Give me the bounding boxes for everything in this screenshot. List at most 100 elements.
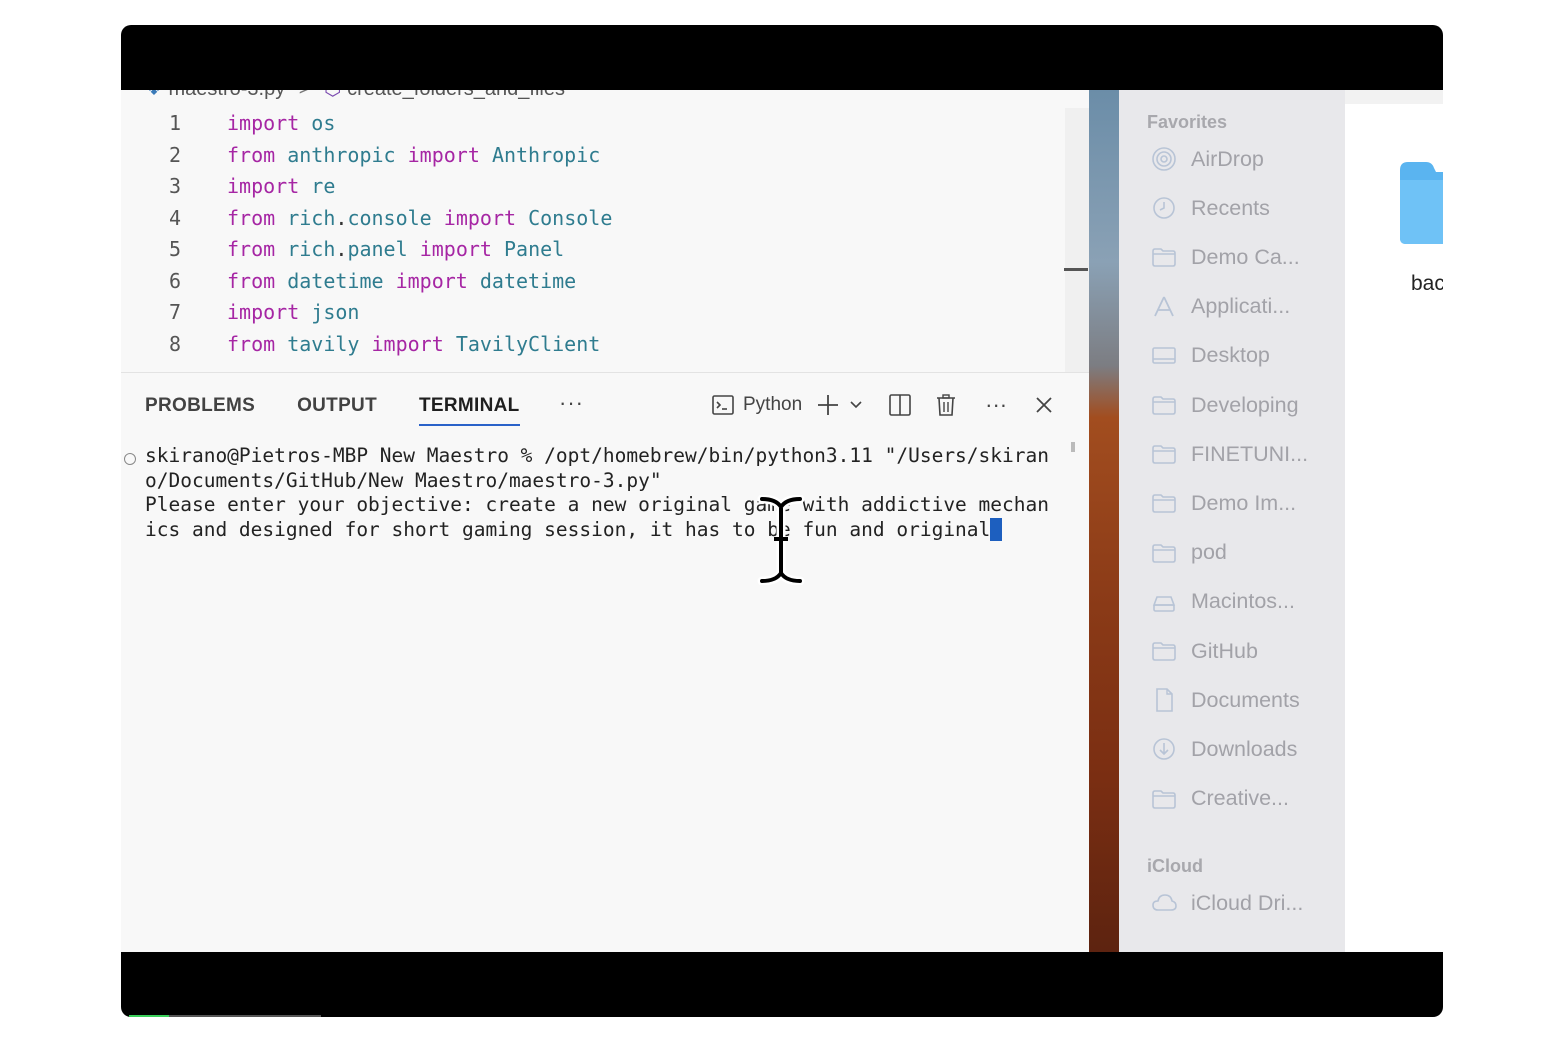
sidebar-item-label: Desktop [1191, 343, 1270, 368]
sidebar-item-downloads[interactable]: Downloads [1151, 736, 1297, 762]
finder-sidebar: Favorites AirDrop Recents Demo Ca... Applic… [1119, 90, 1346, 952]
code-text: from datetime import datetime [227, 268, 577, 293]
sidebar-item-label: Recents [1191, 195, 1270, 220]
sidebar-item-applicati[interactable]: Applicati... [1151, 294, 1290, 320]
folder-icon [1151, 244, 1177, 270]
sidebar-item-documents[interactable]: Documents [1151, 687, 1300, 713]
video-frame: ❖ maestro-3.py > ⬡ create_folders_and_fi… [121, 25, 1443, 1017]
code-line[interactable]: 2 from anthropic import Anthropic [121, 140, 1065, 172]
screen-content: ❖ maestro-3.py > ⬡ create_folders_and_fi… [121, 90, 1443, 952]
favorites-heading: Favorites [1147, 112, 1228, 132]
code-text: import re [227, 174, 336, 198]
terminal-scrollbar[interactable] [1071, 442, 1075, 452]
download-icon [1151, 736, 1177, 762]
folder-icon [1151, 441, 1177, 467]
sidebar-item-label: GitHub [1191, 638, 1258, 663]
code-line[interactable]: 7 import json [121, 297, 1065, 329]
code-line[interactable]: 4 from rich.console import Console [121, 203, 1065, 235]
split-terminal-icon[interactable] [888, 393, 912, 417]
sidebar-item-airdrop[interactable]: AirDrop [1151, 146, 1264, 172]
line-number: 3 [168, 174, 181, 198]
sidebar-item-label: Applicati... [1191, 294, 1291, 319]
terminal-output[interactable]: skirano@Pietros-MBP New Maestro % /opt/h… [145, 444, 1057, 542]
sidebar-item-label: AirDrop [1191, 146, 1264, 171]
chevron-down-icon[interactable] [848, 393, 864, 417]
line-number: 1 [168, 111, 181, 135]
clock-icon [1151, 195, 1177, 221]
video-progress-bar[interactable] [121, 1015, 321, 1017]
line-number: 6 [168, 268, 181, 293]
code-line[interactable]: 5 from rich.panel import Panel [121, 234, 1065, 266]
terminal-shell-selector[interactable]: Python [711, 393, 802, 417]
code-text: import json [227, 300, 360, 324]
progress-buffered [169, 1015, 321, 1017]
code-line[interactable]: 8 from tavily import TavilyClient [121, 329, 1065, 361]
tab-problems[interactable]: PROBLEMS [145, 395, 255, 426]
sidebar-item-finetuni[interactable]: FINETUNI... [1151, 441, 1308, 467]
code-line[interactable]: 1 import os [121, 108, 1065, 140]
tab-output[interactable]: OUTPUT [297, 395, 377, 426]
code-line[interactable]: 3 import re [121, 171, 1065, 203]
more-tabs-button[interactable]: ··· [559, 390, 584, 416]
finder-toolbar [1345, 90, 1443, 104]
code-line[interactable]: 6 from datetime import datetime [121, 266, 1065, 298]
sidebar-item-demo-ca[interactable]: Demo Ca... [1151, 244, 1300, 270]
terminal-cursor [990, 517, 1003, 541]
desktop-wallpaper [1089, 90, 1119, 952]
cube-icon: ⬡ [324, 90, 341, 100]
cloud-icon [1151, 890, 1177, 916]
folder-icon [1151, 638, 1177, 664]
more-actions-icon[interactable]: ··· [984, 392, 1008, 417]
terminal-icon [711, 393, 735, 417]
folder-icon [1151, 392, 1177, 418]
sidebar-item-developing[interactable]: Developing [1151, 392, 1299, 418]
panel-tabs: PROBLEMS OUTPUT TERMINAL [145, 395, 520, 426]
sidebar-item-macintos[interactable]: Macintos... [1151, 589, 1295, 615]
folder-icon [1151, 490, 1177, 516]
chevron-right-icon: > [299, 90, 311, 100]
terminal-input-tail: l [978, 517, 991, 541]
terminal-prompt-input: Please enter your objective: create a ne… [145, 493, 1049, 541]
sidebar-item-desktop[interactable]: Desktop [1151, 343, 1270, 369]
sidebar-item-demo-im[interactable]: Demo Im... [1151, 490, 1296, 516]
trash-icon[interactable] [934, 393, 958, 417]
sidebar-item-label: Documents [1191, 687, 1300, 712]
sidebar-item-pod[interactable]: pod [1151, 540, 1227, 566]
sidebar-item-label: Creative... [1191, 786, 1289, 811]
folder-label[interactable]: bac [1411, 272, 1443, 296]
sidebar-item-creative[interactable]: Creative... [1151, 786, 1289, 812]
sidebar-item-github[interactable]: GitHub [1151, 638, 1258, 664]
sidebar-item-label: Demo Ca... [1191, 244, 1300, 269]
icloud-heading: iCloud [1147, 856, 1203, 876]
breadcrumb-symbol[interactable]: create_folders_and_files [347, 90, 565, 100]
line-number: 7 [168, 300, 181, 324]
progress-played [129, 1015, 169, 1017]
line-number: 2 [168, 142, 181, 167]
code-text: from rich.panel import Panel [227, 237, 565, 261]
python-file-icon: ❖ [145, 90, 163, 100]
sidebar-item-label: Downloads [1191, 736, 1298, 761]
close-icon[interactable] [1032, 393, 1056, 417]
terminal-command-line: skirano@Pietros-MBP New Maestro % /opt/h… [145, 444, 1049, 492]
bottom-panel: PROBLEMS OUTPUT TERMINAL ··· Python ··· … [121, 372, 1089, 952]
terminal-status-circle-icon [124, 453, 136, 465]
panel-actions: Python ··· [711, 392, 1056, 417]
plus-icon[interactable] [816, 393, 840, 417]
document-icon [1151, 687, 1177, 713]
breadcrumb-file[interactable]: maestro-3.py [169, 90, 286, 100]
finder-content: bac [1345, 90, 1443, 952]
tab-terminal[interactable]: TERMINAL [418, 395, 520, 426]
drive-icon [1151, 589, 1177, 615]
code-text: from rich.console import Console [227, 205, 613, 230]
code-text: from tavily import TavilyClient [227, 331, 601, 356]
sidebar-item-icloud-dri[interactable]: iCloud Dri... [1151, 890, 1303, 916]
shell-label: Python [743, 394, 803, 415]
sidebar-item-recents[interactable]: Recents [1151, 195, 1270, 221]
editor-scrollbar[interactable] [1065, 108, 1089, 374]
code-lines[interactable]: 1 import os 2 from anthropic import Anthrop… [121, 108, 1065, 360]
folder-icon [1151, 786, 1177, 812]
folder-icon[interactable] [1396, 156, 1443, 248]
sidebar-item-label: FINETUNI... [1191, 441, 1309, 466]
sidebar-item-label: Macintos... [1191, 589, 1295, 614]
sidebar-item-label: iCloud Dri... [1191, 890, 1304, 915]
